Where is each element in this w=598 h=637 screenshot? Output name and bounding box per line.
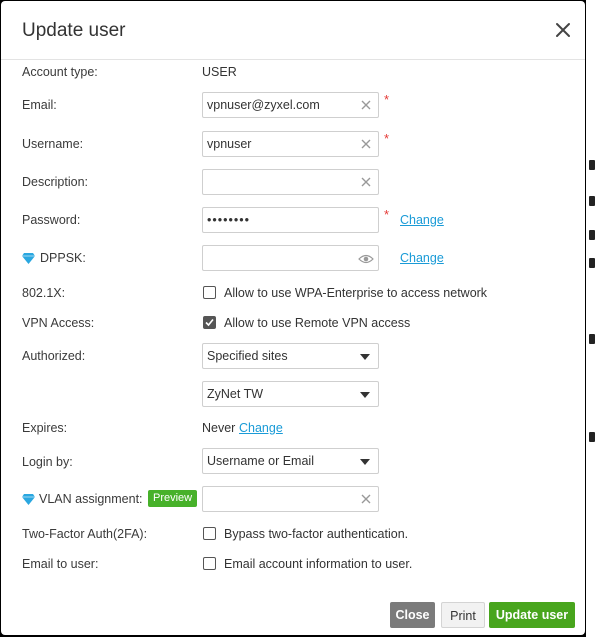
required-marker: *	[384, 207, 390, 222]
chevron-down-icon	[360, 459, 370, 465]
vpn-access-label: VPN Access:	[22, 316, 95, 330]
preview-badge: Preview	[148, 490, 198, 507]
account-type-label: Account type:	[22, 65, 98, 79]
clear-icon[interactable]	[359, 175, 373, 189]
password-label: Password:	[22, 213, 81, 227]
authorized-label: Authorized:	[22, 349, 86, 363]
email-to-user-label: Email to user:	[22, 557, 99, 571]
gem-icon	[22, 251, 35, 264]
dot1x-checkbox-label: Allow to use WPA-Enterprise to access ne…	[224, 286, 488, 300]
update-user-dialog: Update user Account type: USER Email: vp…	[1, 1, 585, 635]
dppsk-label: DPPSK:	[40, 251, 86, 265]
chevron-down-icon	[360, 354, 370, 360]
authorized-site-select[interactable]: ZyNet TW	[202, 381, 379, 407]
two-factor-checkbox-label: Bypass two-factor authentication.	[224, 527, 409, 541]
vpn-access-checkbox[interactable]	[203, 316, 216, 329]
password-field[interactable]: ••••••••	[202, 207, 379, 233]
update-user-button[interactable]: Update user	[489, 602, 575, 628]
two-factor-checkbox[interactable]	[203, 527, 216, 540]
clear-icon[interactable]	[359, 98, 373, 112]
dppsk-change-link[interactable]: Change	[400, 251, 444, 265]
gem-icon	[22, 492, 35, 505]
login-by-label: Login by:	[22, 455, 73, 469]
email-label: Email:	[22, 98, 57, 112]
authorized-scope-select[interactable]: Specified sites	[202, 343, 379, 369]
email-to-user-checkbox[interactable]	[203, 557, 216, 570]
login-by-select[interactable]: Username or Email	[202, 448, 379, 474]
close-icon[interactable]	[551, 18, 575, 42]
dot1x-label: 802.1X:	[22, 286, 66, 300]
clear-icon[interactable]	[359, 492, 373, 506]
description-field[interactable]	[202, 169, 379, 195]
expires-value: Never	[202, 421, 236, 435]
required-marker: *	[384, 131, 390, 146]
email-to-user-checkbox-label: Email account information to user.	[224, 557, 413, 571]
authorized-scope-value: Specified sites	[207, 349, 288, 363]
print-button[interactable]: Print	[441, 602, 485, 628]
expires-label: Expires:	[22, 421, 68, 435]
close-button[interactable]: Close	[390, 602, 435, 628]
dppsk-field[interactable]	[202, 245, 379, 271]
email-field[interactable]: vpnuser@zyxel.com	[202, 92, 379, 118]
password-change-link[interactable]: Change	[400, 213, 444, 227]
dialog-footer: Close Print Update user	[1, 586, 585, 635]
vlan-label: VLAN assignment:	[39, 492, 143, 506]
expires-change-link[interactable]: Change	[239, 421, 283, 435]
vlan-field[interactable]	[202, 486, 379, 512]
background-page	[586, 0, 598, 637]
dialog-body: Account type: USER Email: vpnuser@zyxel.…	[1, 59, 585, 579]
dialog-title: Update user	[22, 20, 126, 41]
dialog-header: Update user	[1, 1, 585, 60]
clear-icon[interactable]	[359, 137, 373, 151]
username-field[interactable]: vpnuser	[202, 131, 379, 157]
account-type-value: USER	[202, 65, 237, 79]
username-label: Username:	[22, 137, 84, 151]
authorized-site-value: ZyNet TW	[207, 387, 264, 401]
vpn-access-checkbox-label: Allow to use Remote VPN access	[224, 316, 411, 330]
login-by-value: Username or Email	[207, 454, 314, 468]
required-marker: *	[384, 92, 390, 107]
two-factor-label: Two-Factor Auth(2FA):	[22, 527, 148, 541]
eye-icon[interactable]	[358, 252, 374, 266]
dot1x-checkbox[interactable]	[203, 286, 216, 299]
chevron-down-icon	[360, 392, 370, 398]
username-value: vpnuser	[207, 137, 252, 151]
description-label: Description:	[22, 175, 88, 189]
password-value: ••••••••	[207, 213, 251, 227]
email-value: vpnuser@zyxel.com	[207, 98, 320, 112]
